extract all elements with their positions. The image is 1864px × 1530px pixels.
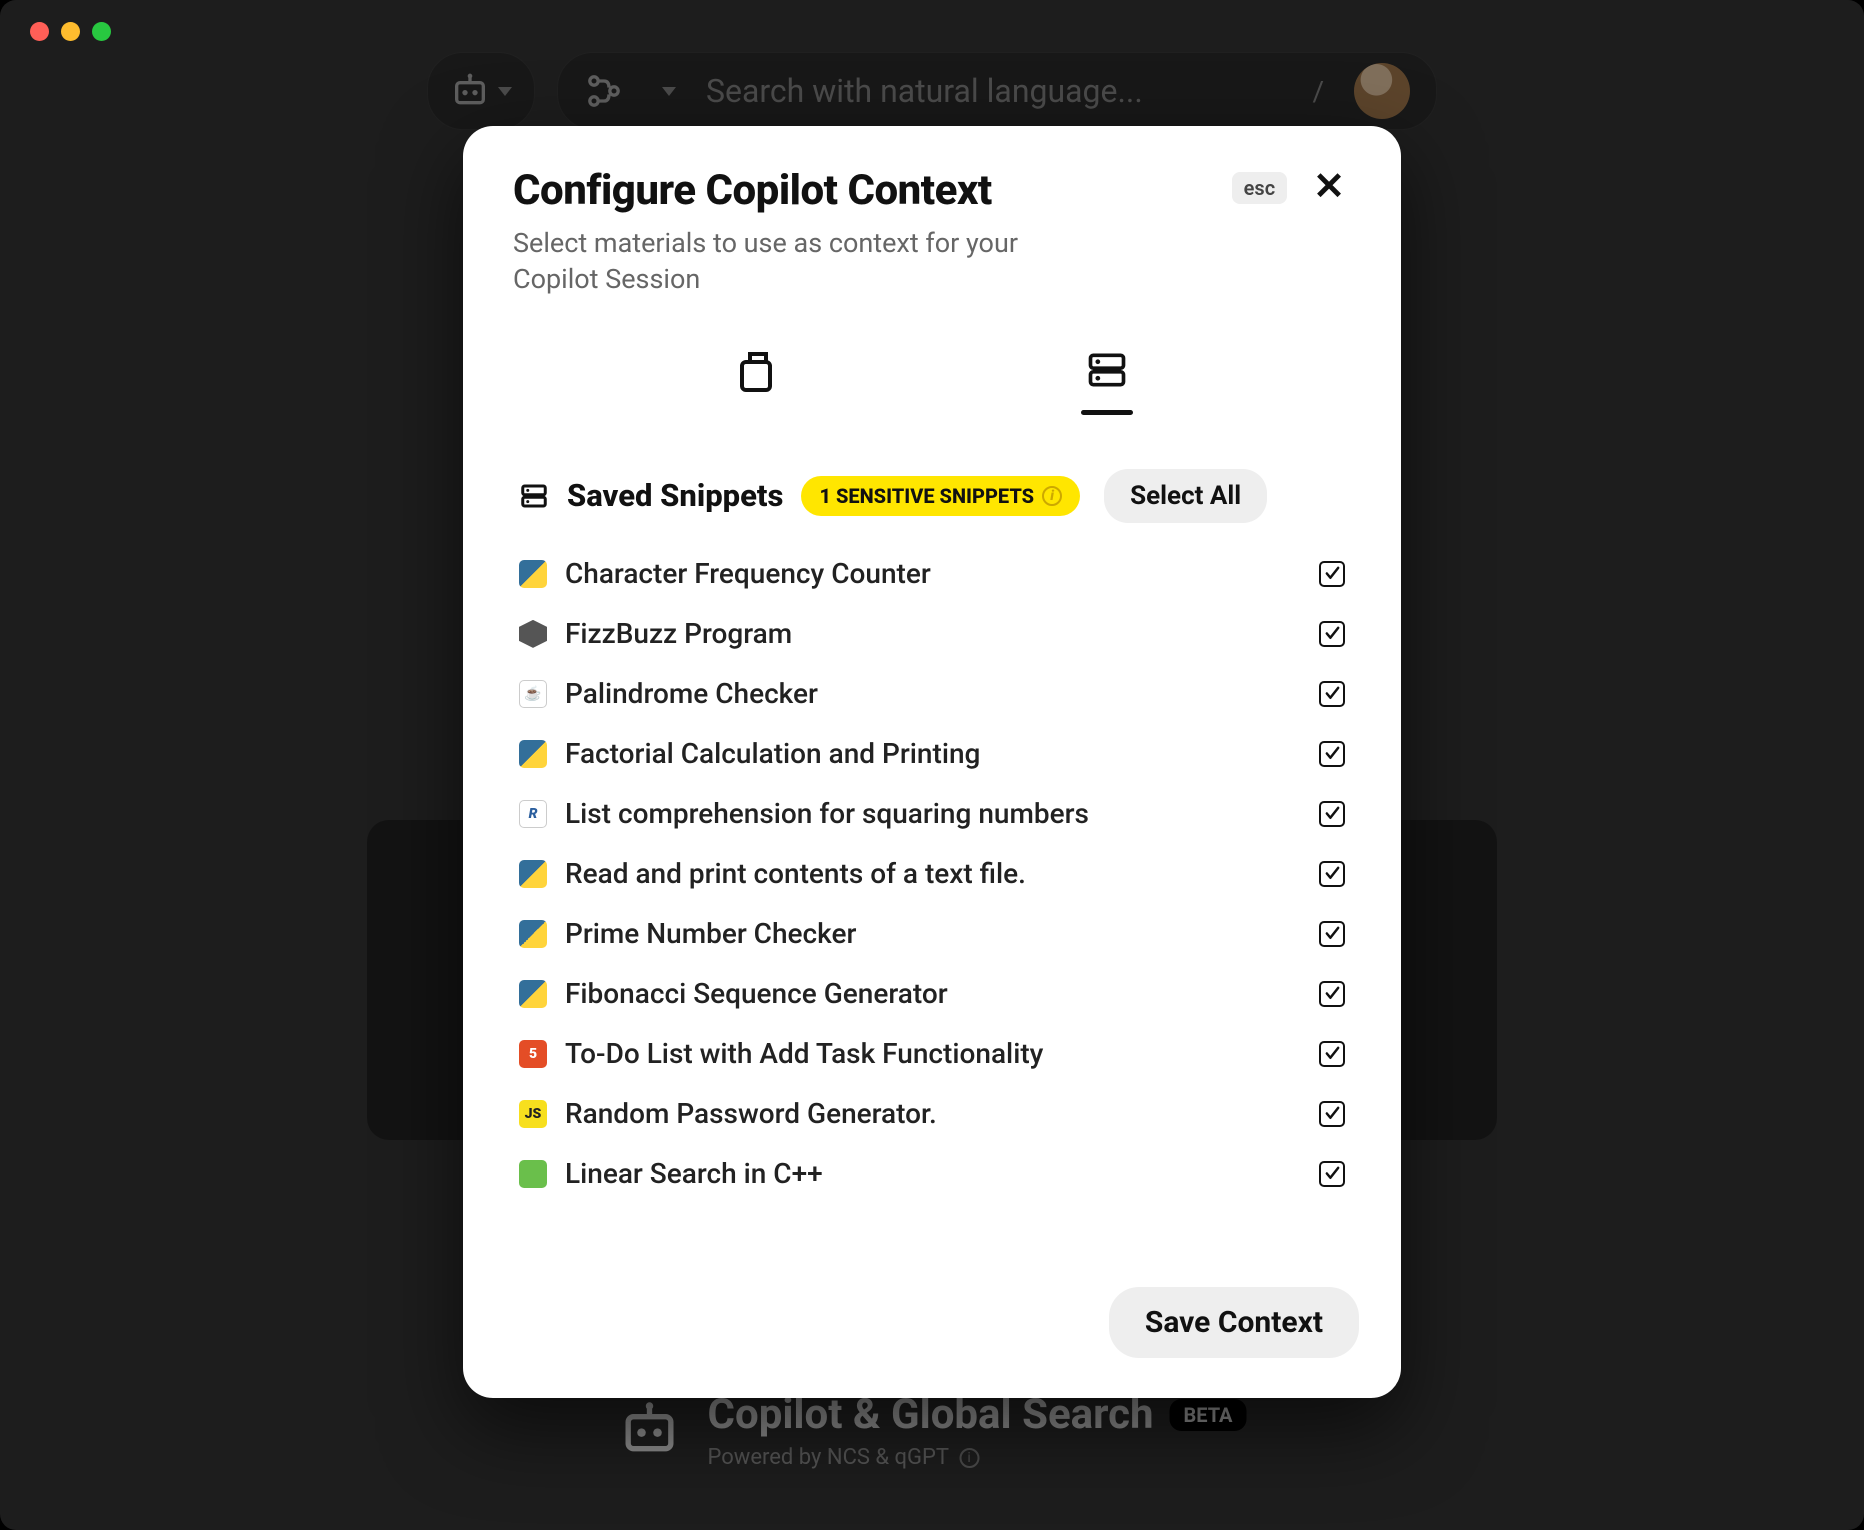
snippet-row[interactable]: JS Random Password Generator. <box>519 1085 1345 1143</box>
app-window: Search with natural language... / Copilo… <box>0 0 1864 1530</box>
avatar[interactable] <box>1354 63 1410 119</box>
snippet-label: Read and print contents of a text file. <box>565 857 1301 890</box>
snippet-row[interactable]: Factorial Calculation and Printing <box>519 725 1345 783</box>
js-file-icon: JS <box>519 1100 547 1128</box>
modal-footer: Save Context <box>463 1257 1401 1398</box>
files-icon <box>734 348 782 396</box>
snippet-label: Prime Number Checker <box>565 917 1301 950</box>
close-button[interactable]: ✕ <box>1307 164 1351 209</box>
close-window-button[interactable] <box>30 22 49 41</box>
esc-key-hint: esc <box>1232 172 1287 204</box>
snippet-label: FizzBuzz Program <box>565 617 1301 650</box>
snippet-label: Palindrome Checker <box>565 677 1301 710</box>
snippet-label: Fibonacci Sequence Generator <box>565 977 1301 1010</box>
py-file-icon <box>519 560 547 588</box>
snippet-label: List comprehension for squaring numbers <box>565 797 1301 830</box>
top-bar: Search with natural language... / <box>427 52 1437 130</box>
modal-subtitle: Select materials to use as context for y… <box>513 225 1073 298</box>
chevron-down-icon <box>662 87 676 96</box>
search-bar[interactable]: Search with natural language... / <box>557 52 1437 130</box>
snippet-label: Random Password Generator. <box>565 1097 1301 1130</box>
hex-file-icon <box>519 620 547 648</box>
info-icon[interactable]: i <box>959 1448 979 1468</box>
py-file-icon <box>519 860 547 888</box>
robot-icon <box>618 1398 682 1462</box>
cpp-file-icon <box>519 1160 547 1188</box>
snippet-checkbox[interactable] <box>1319 621 1345 647</box>
snippet-label: Factorial Calculation and Printing <box>565 737 1301 770</box>
snippet-row[interactable]: Linear Search in C++ <box>519 1145 1345 1203</box>
window-controls <box>30 22 111 41</box>
server-icon <box>519 481 549 511</box>
modal-title: Configure Copilot Context <box>513 166 1212 215</box>
snippet-checkbox[interactable] <box>1319 1161 1345 1187</box>
snippet-checkbox[interactable] <box>1319 921 1345 947</box>
snippet-checkbox[interactable] <box>1319 681 1345 707</box>
chevron-down-icon <box>498 87 512 96</box>
html-file-icon: 5 <box>519 1040 547 1068</box>
save-context-button[interactable]: Save Context <box>1109 1287 1359 1358</box>
info-icon: i <box>1042 486 1062 506</box>
snippet-list: Character Frequency Counter FizzBuzz Prog… <box>463 539 1401 1257</box>
snippet-row[interactable]: R List comprehension for squaring numbers <box>519 785 1345 843</box>
snippet-row[interactable]: FizzBuzz Program <box>519 605 1345 663</box>
snippet-row[interactable]: Character Frequency Counter <box>519 545 1345 603</box>
section-title: Saved Snippets <box>567 477 783 514</box>
background-heading: Copilot & Global Search BETA Powered by … <box>618 1390 1247 1470</box>
snippet-checkbox[interactable] <box>1319 861 1345 887</box>
server-icon <box>1085 348 1129 392</box>
tab-bar <box>463 318 1401 429</box>
search-placeholder: Search with natural language... <box>706 72 1143 110</box>
snippet-row[interactable]: Prime Number Checker <box>519 905 1345 963</box>
py-file-icon <box>519 740 547 768</box>
sensitive-count-label: 1 SENSITIVE SNIPPETS <box>819 484 1034 508</box>
snippet-row[interactable]: Read and print contents of a text file. <box>519 845 1345 903</box>
feature-subtitle: Powered by NCS & qGPT <box>708 1445 950 1470</box>
shortcut-hint: / <box>1312 75 1324 108</box>
java-file-icon: ☕ <box>519 680 547 708</box>
snippet-checkbox[interactable] <box>1319 981 1345 1007</box>
section-header: Saved Snippets 1 SENSITIVE SNIPPETS i Se… <box>463 429 1401 539</box>
snippet-row[interactable]: ☕ Palindrome Checker <box>519 665 1345 723</box>
tab-files[interactable] <box>712 338 804 429</box>
branching-icon <box>584 71 624 111</box>
sensitive-badge[interactable]: 1 SENSITIVE SNIPPETS i <box>801 476 1080 516</box>
snippet-checkbox[interactable] <box>1319 1101 1345 1127</box>
list-fade <box>463 1197 1401 1257</box>
minimize-window-button[interactable] <box>61 22 80 41</box>
snippet-label: To-Do List with Add Task Functionality <box>565 1037 1301 1070</box>
snippet-checkbox[interactable] <box>1319 561 1345 587</box>
snippet-label: Character Frequency Counter <box>565 557 1301 590</box>
copilot-mode-button[interactable] <box>427 52 535 130</box>
snippet-checkbox[interactable] <box>1319 741 1345 767</box>
modal-header: Configure Copilot Context Select materia… <box>463 126 1401 318</box>
snippet-label: Linear Search in C++ <box>565 1157 1301 1190</box>
robot-icon <box>450 71 490 111</box>
snippet-row[interactable]: 5 To-Do List with Add Task Functionality <box>519 1025 1345 1083</box>
snippet-checkbox[interactable] <box>1319 1041 1345 1067</box>
snippet-checkbox[interactable] <box>1319 801 1345 827</box>
beta-badge: BETA <box>1169 1399 1246 1431</box>
snippet-row[interactable]: Fibonacci Sequence Generator <box>519 965 1345 1023</box>
py-file-icon <box>519 980 547 1008</box>
tab-snippets[interactable] <box>1061 338 1153 429</box>
configure-context-modal: Configure Copilot Context Select materia… <box>463 126 1401 1398</box>
select-all-button[interactable]: Select All <box>1104 469 1267 523</box>
maximize-window-button[interactable] <box>92 22 111 41</box>
py-file-icon <box>519 920 547 948</box>
r-file-icon: R <box>519 800 547 828</box>
